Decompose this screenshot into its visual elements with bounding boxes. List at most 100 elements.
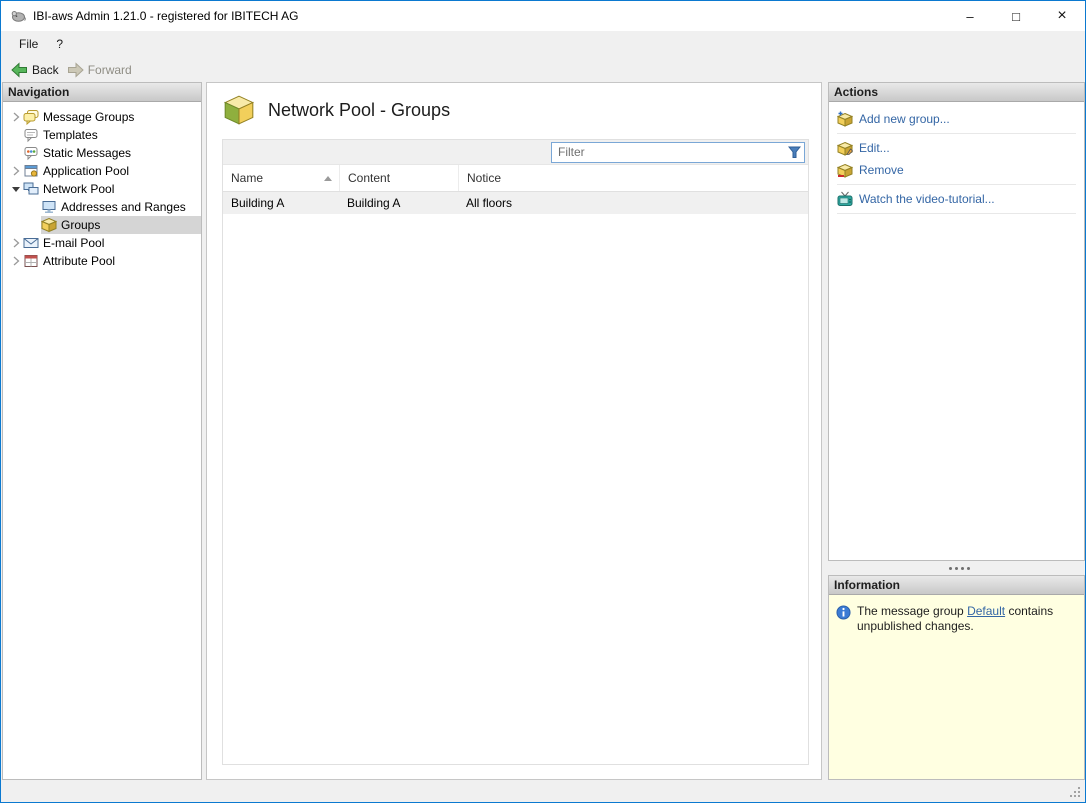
page-title: Network Pool - Groups (268, 99, 451, 120)
info-icon (836, 605, 851, 620)
forward-arrow-icon (67, 61, 84, 78)
filter-box (551, 141, 805, 163)
chevron-right-icon[interactable] (9, 236, 23, 250)
information-panel: Information The message group Default co… (828, 575, 1085, 780)
network-pool-icon (23, 181, 39, 197)
forward-button[interactable]: Forward (65, 60, 138, 80)
nav-item-application-pool[interactable]: Application Pool (3, 162, 201, 180)
nav-item-email-pool[interactable]: E-mail Pool (3, 234, 201, 252)
cell-notice: All floors (466, 196, 513, 210)
tree-label: Groups (61, 218, 101, 232)
tree-label: Message Groups (43, 110, 135, 124)
information-header: Information (829, 576, 1084, 595)
splitter-handle-icon[interactable] (828, 564, 1085, 573)
application-pool-icon (23, 163, 39, 179)
default-group-link[interactable]: Default (967, 604, 1005, 618)
edit-group-icon (837, 140, 853, 156)
info-text-before: The message group (857, 604, 964, 618)
back-arrow-icon (11, 61, 28, 78)
separator (837, 184, 1076, 185)
back-button[interactable]: Back (9, 60, 65, 80)
chevron-right-icon[interactable] (9, 110, 23, 124)
column-label: Notice (467, 171, 502, 185)
menu-bar: File ? (1, 31, 1085, 57)
attribute-pool-icon (23, 253, 39, 269)
tree-label: Addresses and Ranges (61, 200, 186, 214)
cell-name: Building A (231, 196, 285, 210)
chevron-right-icon[interactable] (9, 254, 23, 268)
filter-icon[interactable] (788, 146, 801, 159)
tree-label: Network Pool (43, 182, 115, 196)
tree-label: Attribute Pool (43, 254, 116, 268)
separator (837, 213, 1076, 214)
groups-table: Name Content Notice Building A Building … (222, 139, 809, 765)
window-controls: – □ × (947, 1, 1085, 31)
navigation-header: Navigation (3, 83, 201, 102)
static-messages-icon (23, 145, 39, 161)
maximize-button[interactable]: □ (993, 1, 1039, 31)
groups-page-icon (222, 93, 256, 127)
menu-help[interactable]: ? (47, 34, 72, 54)
action-link: Remove (859, 163, 904, 177)
main-panel: Network Pool - Groups Name (206, 82, 822, 780)
tree-label: Templates (43, 128, 98, 142)
nav-item-network-pool[interactable]: Network Pool (3, 180, 201, 198)
tree-label: E-mail Pool (43, 236, 105, 250)
action-link: Edit... (859, 141, 890, 155)
table-row[interactable]: Building A Building A All floors (223, 192, 808, 214)
email-pool-icon (23, 235, 39, 251)
remove-group-icon (837, 162, 853, 178)
action-edit[interactable]: Edit... (837, 137, 1076, 159)
cell-content: Building A (347, 196, 401, 210)
actions-header: Actions (829, 83, 1084, 102)
nav-item-attribute-pool[interactable]: Attribute Pool (3, 252, 201, 270)
minimize-button[interactable]: – (947, 1, 993, 31)
sort-ascending-icon (324, 175, 332, 181)
title-bar: IBI-aws Admin 1.21.0 - registered for IB… (1, 1, 1085, 31)
nav-item-static-messages[interactable]: Static Messages (3, 144, 201, 162)
navigation-panel: Navigation Message Groups Templates Stat… (2, 82, 202, 780)
column-label: Name (231, 171, 264, 185)
toolbar: Back Forward (1, 57, 1085, 82)
filter-band (223, 140, 808, 165)
chevron-down-icon[interactable] (9, 182, 23, 196)
selected-tree-item: Groups (41, 216, 201, 234)
filter-input[interactable] (551, 141, 805, 163)
action-add-new-group[interactable]: Add new group... (837, 108, 1076, 130)
separator (837, 133, 1076, 134)
groups-icon (41, 217, 57, 233)
forward-label: Forward (87, 62, 132, 77)
app-window: IBI-aws Admin 1.21.0 - registered for IB… (0, 0, 1086, 803)
tree-label: Application Pool (43, 164, 130, 178)
resize-grip[interactable] (1069, 786, 1081, 798)
column-header-content[interactable]: Content (339, 165, 458, 191)
action-watch-video-tutorial[interactable]: Watch the video-tutorial... (837, 188, 1076, 210)
actions-panel: Actions Add new group... Edit... Remove … (828, 82, 1085, 561)
message-groups-icon (23, 109, 39, 125)
tree-label: Static Messages (43, 146, 132, 160)
nav-item-message-groups[interactable]: Message Groups (3, 108, 201, 126)
column-header-notice[interactable]: Notice (458, 165, 808, 191)
templates-icon (23, 127, 39, 143)
nav-item-templates[interactable]: Templates (3, 126, 201, 144)
back-label: Back (32, 62, 59, 77)
action-remove[interactable]: Remove (837, 159, 1076, 181)
window-title: IBI-aws Admin 1.21.0 - registered for IB… (33, 9, 299, 23)
navigation-tree: Message Groups Templates Static Messages… (3, 102, 201, 270)
info-message: The message group Default contains unpub… (857, 604, 1065, 634)
close-button[interactable]: × (1039, 1, 1085, 31)
nav-item-groups[interactable]: Groups (3, 216, 201, 234)
column-header-name[interactable]: Name (223, 165, 339, 191)
table-header-row: Name Content Notice (223, 165, 808, 192)
menu-file[interactable]: File (10, 34, 47, 54)
video-tutorial-icon (837, 191, 853, 207)
app-icon (10, 8, 26, 24)
add-group-icon (837, 111, 853, 127)
chevron-right-icon[interactable] (9, 164, 23, 178)
nav-item-addresses-and-ranges[interactable]: Addresses and Ranges (3, 198, 201, 216)
action-link: Watch the video-tutorial... (859, 192, 995, 206)
